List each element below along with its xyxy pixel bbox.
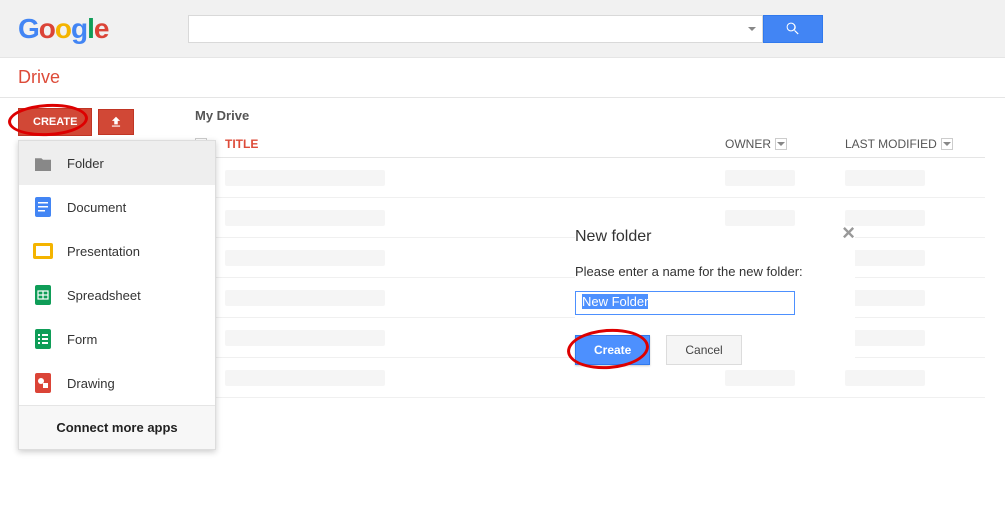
spreadsheet-icon — [33, 285, 53, 305]
upload-icon — [109, 115, 123, 129]
chevron-down-icon — [941, 138, 953, 150]
menu-item-presentation[interactable]: Presentation — [19, 229, 215, 273]
new-folder-dialog: × New folder Please enter a name for the… — [575, 228, 855, 365]
search-options-dropdown[interactable] — [741, 15, 763, 43]
document-icon — [33, 197, 53, 217]
menu-item-label: Spreadsheet — [67, 288, 141, 303]
file-modified-redacted — [845, 250, 925, 266]
file-title-redacted — [225, 330, 385, 346]
search-icon — [785, 21, 801, 37]
menu-item-folder[interactable]: Folder — [19, 141, 215, 185]
file-title-redacted — [225, 210, 385, 226]
menu-item-label: Presentation — [67, 244, 140, 259]
menu-item-drawing[interactable]: Drawing — [19, 361, 215, 405]
dialog-close-button[interactable]: × — [842, 220, 855, 246]
file-owner-redacted — [725, 370, 795, 386]
google-logo[interactable]: Google — [18, 13, 108, 45]
column-title[interactable]: TITLE — [225, 137, 725, 151]
search-input[interactable] — [188, 15, 741, 43]
file-modified-redacted — [845, 210, 925, 226]
menu-item-label: Document — [67, 200, 126, 215]
folder-icon — [33, 153, 53, 173]
sidebar-actions: CREATE — [18, 108, 185, 136]
sidebar: CREATE Folder Document Presentation Spre — [0, 98, 185, 398]
create-button[interactable]: CREATE — [18, 108, 92, 136]
folder-name-input[interactable]: New Folder — [575, 291, 795, 315]
file-owner-redacted — [725, 170, 795, 186]
dialog-cancel-button[interactable]: Cancel — [666, 335, 741, 365]
connect-more-apps[interactable]: Connect more apps — [19, 405, 215, 449]
file-owner-redacted — [725, 210, 795, 226]
file-title-redacted — [225, 250, 385, 266]
file-title-redacted — [225, 370, 385, 386]
column-last-modified[interactable]: LAST MODIFIED — [845, 137, 985, 151]
file-title-redacted — [225, 170, 385, 186]
search-button[interactable] — [763, 15, 823, 43]
file-list-header: TITLE OWNER LAST MODIFIED — [185, 131, 985, 158]
table-row[interactable]: ☆ — [185, 158, 985, 198]
file-modified-redacted — [845, 370, 925, 386]
dialog-create-button[interactable]: Create — [575, 335, 650, 365]
dialog-title: New folder — [575, 228, 855, 246]
breadcrumb[interactable]: My Drive — [195, 108, 985, 123]
menu-item-spreadsheet[interactable]: Spreadsheet — [19, 273, 215, 317]
file-modified-redacted — [845, 330, 925, 346]
top-bar: Google — [0, 0, 1005, 58]
upload-button[interactable] — [98, 109, 134, 135]
menu-item-form[interactable]: Form — [19, 317, 215, 361]
app-title-bar: Drive — [0, 58, 1005, 98]
menu-item-document[interactable]: Document — [19, 185, 215, 229]
file-modified-redacted — [845, 290, 925, 306]
chevron-down-icon — [748, 27, 756, 31]
form-icon — [33, 329, 53, 349]
dialog-prompt: Please enter a name for the new folder: — [575, 264, 855, 279]
search-bar — [188, 15, 823, 43]
column-owner[interactable]: OWNER — [725, 137, 845, 151]
create-menu: Folder Document Presentation Spreadsheet… — [18, 140, 216, 450]
content-area: My Drive TITLE OWNER LAST MODIFIED ☆☆☆☆☆… — [185, 98, 1005, 398]
dialog-buttons: Create Cancel — [575, 335, 855, 365]
file-modified-redacted — [845, 170, 925, 186]
main-area: CREATE Folder Document Presentation Spre — [0, 98, 1005, 398]
file-title-redacted — [225, 290, 385, 306]
menu-item-label: Drawing — [67, 376, 115, 391]
app-title[interactable]: Drive — [18, 67, 60, 88]
drawing-icon — [33, 373, 53, 393]
chevron-down-icon — [775, 138, 787, 150]
menu-item-label: Folder — [67, 156, 104, 171]
presentation-icon — [33, 241, 53, 261]
menu-item-label: Form — [67, 332, 97, 347]
